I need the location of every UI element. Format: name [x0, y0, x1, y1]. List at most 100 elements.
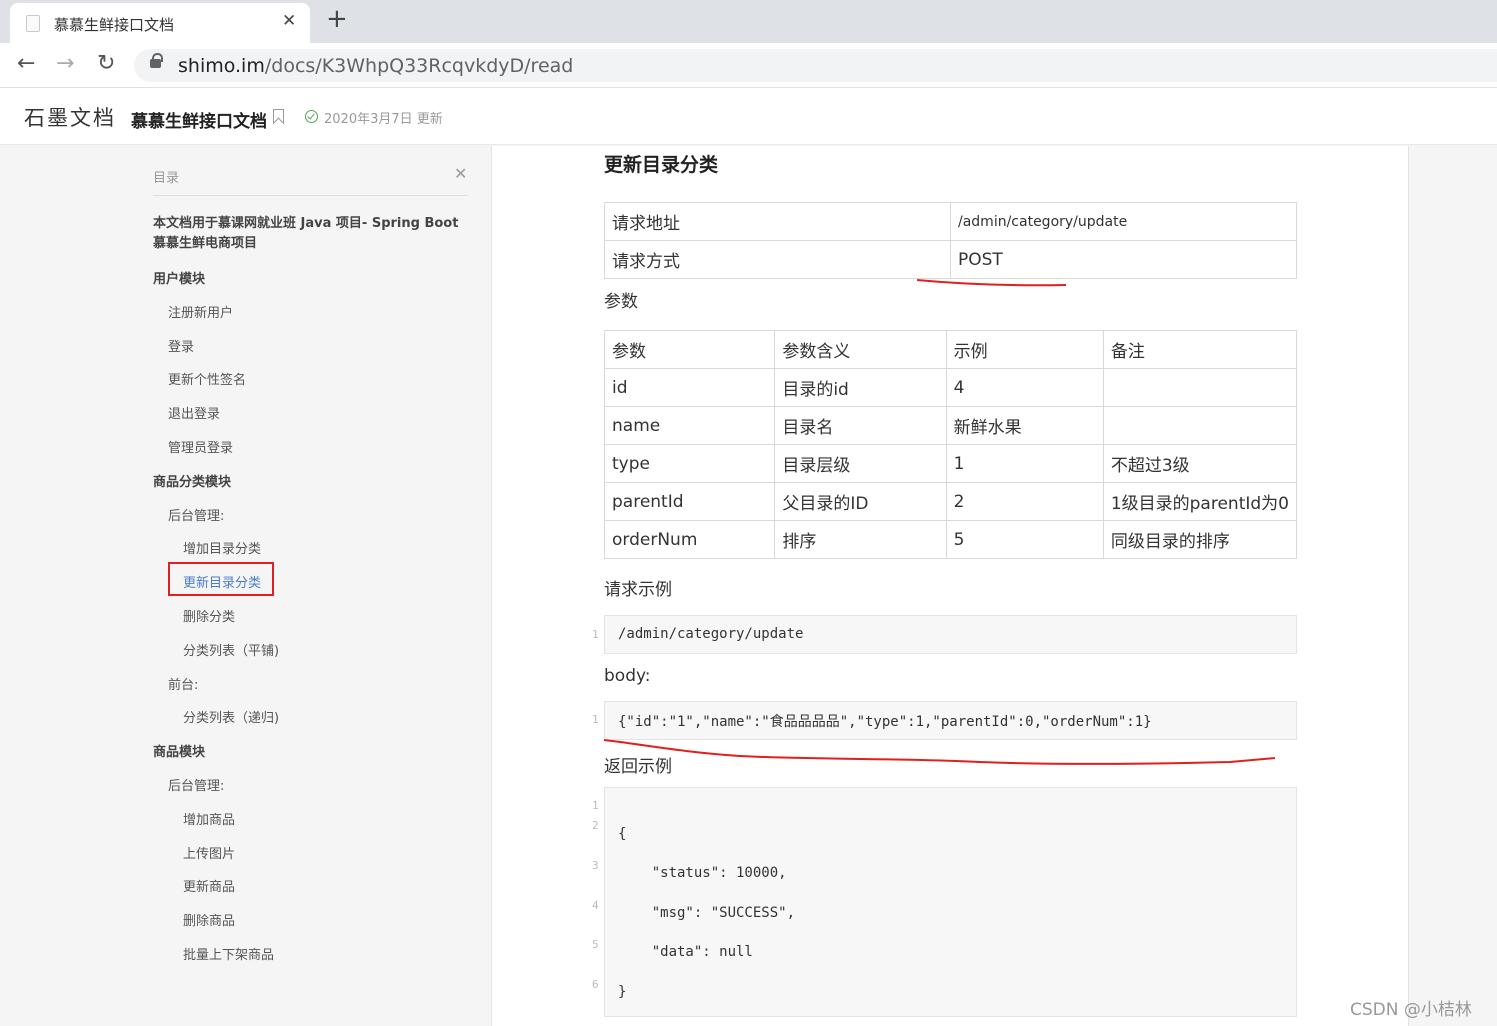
table-cell: id	[603, 368, 776, 407]
toc-item[interactable]: 更新个性签名	[168, 369, 246, 388]
toc-item[interactable]: 商品分类模块	[153, 471, 231, 490]
update-status: 2020年3月7日 更新	[324, 112, 443, 127]
close-tab-icon[interactable]: ✕	[282, 11, 296, 31]
table-cell: 4	[945, 368, 1104, 407]
body-code[interactable]: {"id":"1","name":"食品品品品","type":1,"paren…	[604, 701, 1297, 740]
table-row: orderNum 排序 5 同级目录的排序	[603, 520, 1298, 559]
toc-item[interactable]: 商品模块	[153, 741, 205, 760]
toc-intro[interactable]: 本文档用于慕课网就业班 Java 项目- Spring Boot 慕慕生鲜电商项…	[153, 214, 458, 254]
toc-item[interactable]: 用户模块	[153, 268, 205, 287]
bookmark-icon[interactable]	[273, 109, 284, 124]
response-example-code[interactable]: { "status": 10000, "msg": "SUCCESS", "da…	[604, 787, 1297, 1017]
table-cell: 1	[945, 444, 1104, 483]
browser-tab-bar: 慕慕生鲜接口文档 ✕ +	[0, 0, 1497, 43]
browser-toolbar: ← → ↻ shimo.im/docs/K3WhpQ33RcqvkdyD/rea…	[0, 43, 1497, 88]
table-cell: 目录层级	[774, 444, 947, 483]
table-cell: 2	[945, 482, 1104, 521]
table-cell: 不超过3级	[1102, 444, 1298, 483]
url-path: /docs/K3WhpQ33RcqvkdyD/read	[264, 55, 574, 77]
table-row: name 目录名 新鲜水果	[603, 406, 1298, 445]
request-example-code[interactable]: /admin/category/update	[604, 615, 1297, 654]
csdn-watermark: CSDN @小桔林	[1350, 1000, 1472, 1020]
close-toc-icon[interactable]: ✕	[454, 164, 467, 183]
toc-item[interactable]: 后台管理:	[168, 505, 224, 524]
code-line: "status": 10000,	[618, 865, 787, 881]
code-line: {	[618, 826, 627, 842]
response-example-label: 返回示例	[604, 757, 672, 777]
saved-check-icon	[305, 110, 318, 123]
back-button[interactable]: ←	[17, 51, 35, 76]
url-host: shimo.im	[178, 55, 265, 77]
toc-sidebar: 目录 ✕ 本文档用于慕课网就业班 Java 项目- Spring Boot 慕慕…	[0, 146, 490, 1026]
lock-icon	[150, 53, 163, 68]
line-number: 3	[592, 859, 599, 872]
table-cell: 目录的id	[774, 368, 947, 407]
code-line: /admin/category/update	[618, 626, 804, 642]
table-header-row: 参数 参数含义 示例 备注	[603, 330, 1298, 369]
table-cell: 目录名	[774, 406, 947, 445]
toc-item[interactable]: 增加目录分类	[183, 538, 261, 557]
shimo-logo[interactable]: 石墨文档	[24, 102, 116, 132]
toc-item[interactable]: 前台:	[168, 674, 198, 693]
line-number: 1	[592, 799, 599, 812]
table-header-cell: 参数	[603, 330, 776, 369]
body-label: body:	[604, 666, 651, 686]
line-number: 2	[592, 819, 599, 832]
document-icon	[26, 15, 40, 32]
toc-item[interactable]: 后台管理:	[168, 775, 224, 794]
toc-item[interactable]: 上传图片	[183, 843, 235, 862]
toc-item[interactable]: 分类列表（平铺)	[183, 640, 279, 659]
table-cell: 请求地址	[604, 202, 951, 241]
line-number: 1	[592, 713, 599, 726]
table-cell: name	[603, 406, 776, 445]
code-line: "msg": "SUCCESS",	[618, 905, 796, 921]
table-cell: POST	[950, 240, 1297, 279]
toc-item[interactable]: 管理员登录	[168, 437, 233, 456]
request-example-label: 请求示例	[604, 580, 672, 600]
tab-title: 慕慕生鲜接口文档	[54, 16, 175, 34]
app: 慕慕生鲜接口文档 ✕ + ← → ↻ shimo.im/docs/K3WhpQ3…	[0, 0, 1497, 1026]
active-item-highlight-box	[168, 562, 274, 596]
table-header-cell: 备注	[1102, 330, 1298, 369]
table-cell	[1102, 368, 1298, 407]
line-number: 5	[592, 938, 599, 951]
toc-label: 目录	[153, 171, 180, 186]
toc-item[interactable]: 分类列表（递归)	[183, 707, 279, 726]
toc-item[interactable]: 退出登录	[168, 403, 220, 422]
toc-intro-line: 慕慕生鲜电商项目	[153, 236, 258, 251]
toc-item[interactable]: 删除商品	[183, 910, 235, 929]
document-body: 更新目录分类 请求地址 /admin/category/update 请求方式 …	[491, 146, 1409, 1026]
toc-item[interactable]: 登录	[168, 336, 194, 355]
code-line: {"id":"1","name":"食品品品品","type":1,"paren…	[618, 714, 1152, 730]
browser-tab[interactable]: 慕慕生鲜接口文档 ✕	[10, 3, 310, 43]
line-number: 1	[592, 628, 599, 641]
line-number: 6	[592, 978, 599, 991]
toc-intro-line: 本文档用于慕课网就业班 Java 项目- Spring Boot	[153, 216, 459, 231]
doc-header: 石墨文档 慕慕生鲜接口文档 2020年3月7日 更新	[0, 88, 1497, 145]
table-cell: 同级目录的排序	[1102, 520, 1298, 559]
toc-item[interactable]: 批量上下架商品	[183, 944, 274, 963]
toc-item[interactable]: 更新商品	[183, 876, 235, 895]
table-cell: 父目录的ID	[774, 482, 947, 521]
toc-item[interactable]: 注册新用户	[168, 302, 233, 321]
table-cell: type	[603, 444, 776, 483]
table-row: 请求地址 /admin/category/update	[604, 202, 1297, 241]
request-info-table: 请求地址 /admin/category/update 请求方式 POST	[604, 202, 1297, 279]
reload-button[interactable]: ↻	[97, 51, 115, 76]
table-row: 请求方式 POST	[604, 240, 1297, 279]
section-heading: 更新目录分类	[604, 154, 719, 176]
toc-item[interactable]: 增加商品	[183, 809, 235, 828]
table-header-cell: 示例	[945, 330, 1104, 369]
code-line: "data": null	[618, 944, 753, 960]
table-cell: orderNum	[603, 520, 776, 559]
toc-item[interactable]: 删除分类	[183, 606, 235, 625]
table-row: parentId 父目录的ID 2 1级目录的parentId为0	[603, 482, 1298, 521]
params-table: 参数 参数含义 示例 备注 id 目录的id 4 name 目录名 新鲜水果 t…	[603, 330, 1298, 559]
address-bar[interactable]: shimo.im/docs/K3WhpQ33RcqvkdyD/read	[134, 49, 1497, 82]
table-cell: parentId	[603, 482, 776, 521]
url-text: shimo.im/docs/K3WhpQ33RcqvkdyD/read	[178, 55, 573, 77]
table-cell: /admin/category/update	[950, 202, 1297, 241]
forward-button[interactable]: →	[56, 51, 74, 76]
table-row: type 目录层级 1 不超过3级	[603, 444, 1298, 483]
new-tab-button[interactable]: +	[326, 4, 348, 34]
